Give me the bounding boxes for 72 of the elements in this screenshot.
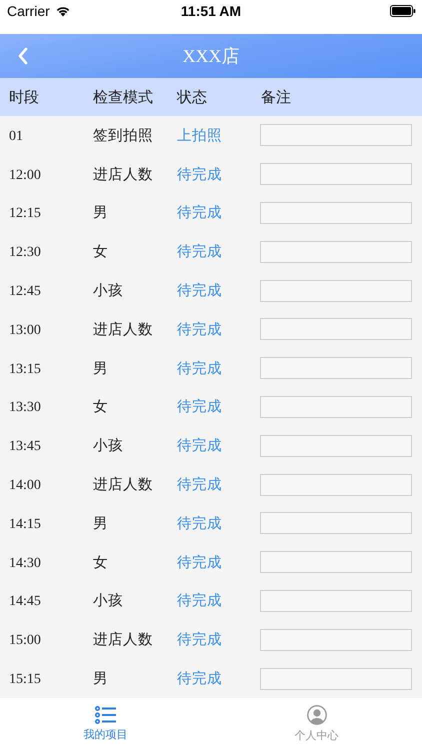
status-link[interactable]: 上拍照 [177, 126, 261, 145]
time-cell-text: 15:00 [8, 632, 42, 648]
mode-cell-text: 男 [93, 360, 109, 378]
note-field[interactable] [260, 628, 412, 651]
person-icon [306, 705, 326, 725]
status-link[interactable]: 待完成 [177, 514, 261, 533]
column-header: 状态 [177, 88, 208, 106]
note-field[interactable] [260, 512, 412, 534]
time-cell-text: 12:15 [8, 205, 42, 222]
status-link[interactable]: 待完成 [177, 397, 261, 416]
time-cell-text: 13:45 [8, 438, 42, 454]
mode-cell-text: 进店人数 [93, 166, 154, 184]
note-field[interactable] [260, 163, 412, 186]
time-cell-text: 14:00 [8, 477, 42, 494]
status-link[interactable]: 待完成 [177, 164, 261, 184]
note-field[interactable] [260, 434, 412, 457]
mode-cell-text: 女 [93, 243, 109, 262]
time-cell-text: 15:15 [8, 671, 42, 688]
status-link[interactable]: 待完成 [177, 436, 261, 456]
note-field[interactable] [260, 280, 412, 302]
time-cell-text: 13:15 [8, 360, 42, 377]
note-field[interactable] [260, 474, 412, 496]
mode-cell-text: 男 [93, 670, 109, 688]
mode-cell-text: 签到拍照 [93, 126, 154, 145]
status-link[interactable]: 待完成 [177, 552, 261, 572]
mode-cell-text: 进店人数 [93, 630, 154, 650]
time-cell-text: 14:15 [8, 516, 42, 532]
note-field[interactable] [260, 551, 412, 574]
list-icon [94, 706, 116, 724]
note-field[interactable] [260, 357, 412, 380]
note-field[interactable] [260, 668, 412, 690]
column-header: 备注 [261, 88, 291, 106]
time-cell-text: 12:30 [8, 244, 42, 260]
mode-cell-text: 男 [93, 204, 109, 222]
note-field[interactable] [260, 590, 412, 612]
status-link[interactable]: 待完成 [177, 281, 261, 300]
time-cell-text: 12:45 [8, 283, 42, 300]
status-time: 11:51 AM [180, 3, 242, 19]
status-link[interactable]: 待完成 [177, 203, 261, 222]
time-cell-text: 01 [8, 128, 24, 144]
column-header: 时段 [8, 88, 40, 106]
status-link[interactable]: 待完成 [177, 591, 261, 610]
time-cell-text: 12:00 [8, 166, 42, 183]
note-field[interactable] [260, 202, 412, 224]
status-link[interactable]: 待完成 [177, 669, 261, 688]
note-field[interactable] [260, 240, 412, 263]
status-link[interactable]: 待完成 [177, 630, 261, 650]
time-cell-text: 14:45 [8, 593, 42, 610]
mode-cell-text: 女 [93, 398, 109, 416]
back-icon[interactable] [17, 47, 29, 65]
time-cell-text: 13:30 [8, 399, 42, 416]
nav-title: XXX店 [182, 45, 240, 68]
wifi-icon [54, 5, 71, 17]
status-link[interactable]: 待完成 [177, 475, 261, 494]
note-field[interactable] [260, 318, 412, 340]
time-cell-text: 13:00 [8, 322, 42, 338]
battery-icon [390, 5, 416, 17]
status-link[interactable]: 待完成 [177, 358, 261, 378]
column-header: 检查模式 [93, 88, 154, 106]
mode-cell-text: 进店人数 [93, 320, 154, 339]
mode-cell-text: 小孩 [93, 282, 124, 300]
mode-cell-text: 女 [93, 554, 109, 572]
mode-cell-text: 男 [93, 514, 109, 533]
mode-cell-text: 进店人数 [93, 476, 154, 494]
mode-cell-text: 小孩 [93, 437, 124, 456]
note-field[interactable] [260, 396, 412, 418]
note-field[interactable] [260, 124, 412, 146]
carrier-label: Carrier [7, 3, 50, 19]
mode-cell-text: 小孩 [93, 592, 124, 610]
time-cell-text: 14:30 [8, 554, 42, 571]
status-link[interactable]: 待完成 [177, 320, 261, 339]
status-link[interactable]: 待完成 [177, 242, 261, 262]
